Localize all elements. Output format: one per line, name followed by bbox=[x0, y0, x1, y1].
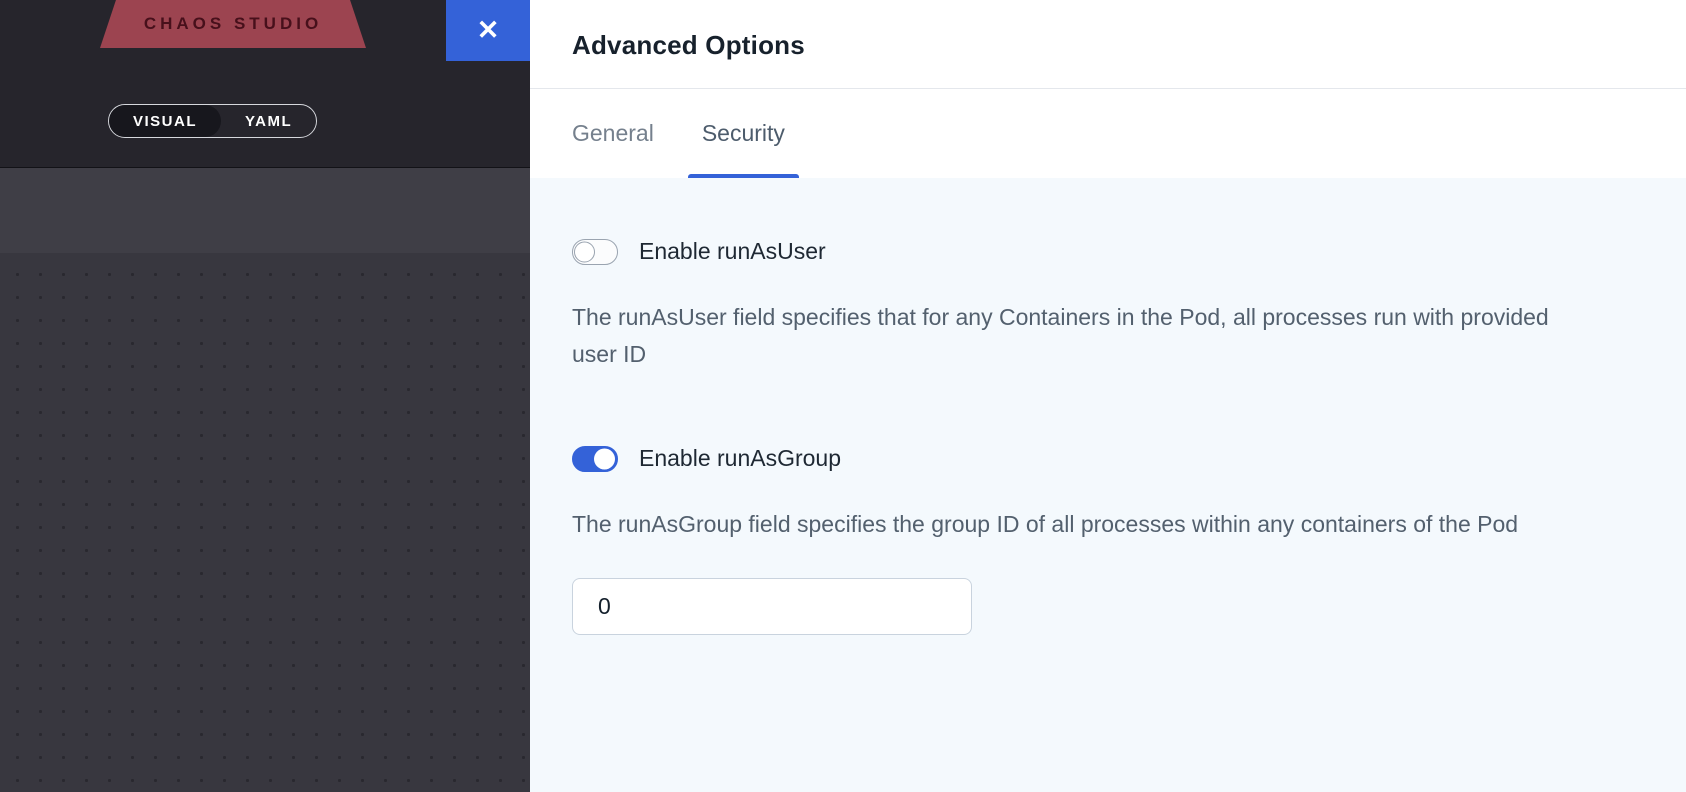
run-as-user-toggle[interactable] bbox=[572, 239, 618, 265]
toggle-knob bbox=[574, 241, 595, 262]
screen: CHAOS STUDIO VISUAL YAML ✕ Advanced Opti… bbox=[0, 0, 1686, 792]
yaml-view-button[interactable]: YAML bbox=[221, 105, 316, 137]
visual-view-button[interactable]: VISUAL bbox=[109, 105, 221, 137]
tab-general[interactable]: General bbox=[572, 89, 654, 178]
chaos-studio-brand-text: CHAOS STUDIO bbox=[144, 14, 322, 34]
tab-security[interactable]: Security bbox=[702, 89, 785, 178]
canvas-toolbar bbox=[0, 168, 530, 253]
run-as-group-row: Enable runAsGroup bbox=[572, 445, 1644, 472]
chaos-studio-panel: CHAOS STUDIO VISUAL YAML ✕ bbox=[0, 0, 530, 792]
close-icon: ✕ bbox=[477, 17, 500, 44]
run-as-group-label: Enable runAsGroup bbox=[639, 445, 841, 472]
security-tab-content: Enable runAsUser The runAsUser field spe… bbox=[530, 178, 1686, 792]
run-as-group-description: The runAsGroup field specifies the group… bbox=[572, 506, 1572, 543]
run-as-user-row: Enable runAsUser bbox=[572, 238, 1644, 265]
experiment-canvas[interactable] bbox=[0, 253, 530, 792]
run-as-user-label: Enable runAsUser bbox=[639, 238, 826, 265]
drawer-title: Advanced Options bbox=[572, 30, 1644, 61]
run-as-user-description: The runAsUser field specifies that for a… bbox=[572, 299, 1572, 373]
toggle-knob bbox=[594, 448, 615, 469]
visual-yaml-toggle: VISUAL YAML bbox=[108, 104, 317, 138]
drawer-tabs: General Security bbox=[530, 89, 1686, 178]
chaos-studio-brand-badge: CHAOS STUDIO bbox=[100, 0, 366, 48]
run-as-group-value-input[interactable] bbox=[572, 578, 972, 635]
drawer-header: Advanced Options bbox=[530, 0, 1686, 89]
advanced-options-drawer: Advanced Options General Security Enable… bbox=[530, 0, 1686, 792]
run-as-group-toggle[interactable] bbox=[572, 446, 618, 472]
close-drawer-button[interactable]: ✕ bbox=[446, 0, 530, 61]
